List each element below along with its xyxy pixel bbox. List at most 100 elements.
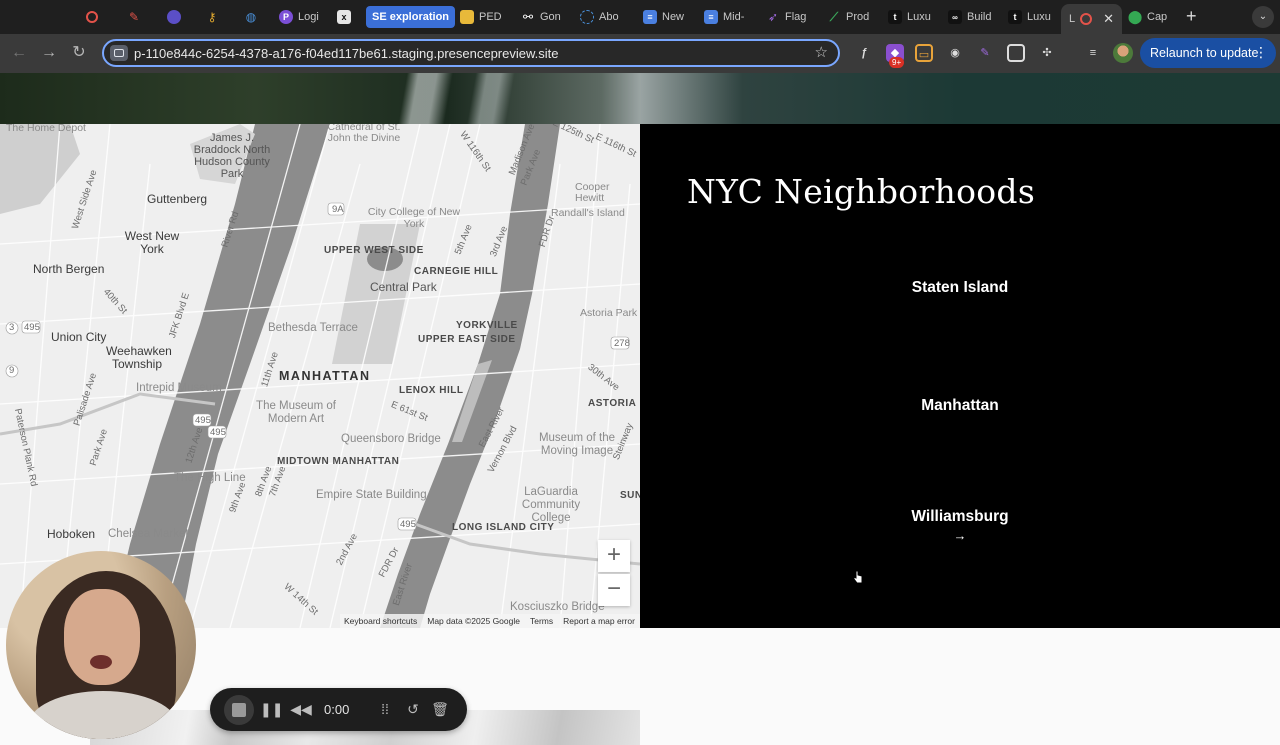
brand-icon: t [888,10,902,24]
folder-icon [460,10,474,24]
restart-button[interactable]: ↺ [402,699,424,719]
stop-recording-button[interactable] [224,695,254,725]
tab-record[interactable] [86,6,98,28]
tab-ped[interactable]: PED [460,6,502,28]
tab-abo[interactable]: Abo [580,6,619,28]
close-icon[interactable]: ✕ [1103,11,1114,27]
keyboard-shortcuts-link[interactable]: Keyboard shortcuts [344,616,417,626]
map-label: YORKVILLE [456,320,518,331]
webcam-bubble[interactable] [6,551,196,739]
neighborhood-label: Williamsburg [911,508,1009,525]
new-tab-button[interactable]: + [1186,7,1197,25]
map-footer: Keyboard shortcuts Map data ©2025 Google… [340,614,640,628]
map-label: Kosciuszko Bridge [510,601,605,613]
brand-icon: t [1008,10,1022,24]
map-label: The High Line [174,472,246,484]
tab-new[interactable]: ≡ New [643,6,684,28]
tab-label: Flag [785,11,807,23]
map-label: UPPER WEST SIDE [324,245,424,256]
highway-label: 495 [195,415,211,426]
tab-build[interactable]: ∞ Build [948,6,991,28]
stop-icon [232,703,246,717]
tab-active[interactable]: L ✕ [1061,4,1123,34]
map-label: MIDTOWN MANHATTAN [277,456,400,467]
tab-gon[interactable]: ⚯ Gon [521,6,561,28]
tab-luxu-2[interactable]: t Luxu [1008,6,1051,28]
tab-luxu-1[interactable]: t Luxu [888,6,931,28]
site-info-icon[interactable] [110,45,128,61]
square-extension-icon[interactable] [1007,44,1025,62]
map-label: Bethesda Terrace [268,322,358,334]
boat-wake-image [350,73,570,124]
arrow-right-icon: → [953,528,967,543]
report-error-link[interactable]: Report a map error [563,616,635,626]
park-nj [0,124,80,214]
map-label: City College of New York [367,206,461,230]
map-label: MANHATTAN [279,369,371,383]
zoom-in-button[interactable]: + [598,540,630,572]
relaunch-button[interactable]: Relaunch to update ⋮ [1140,38,1276,68]
hero-image [0,73,1280,124]
map-label: James J. Braddock North Hudson County Pa… [193,132,271,180]
url-text[interactable]: p-110e844c-6254-4378-a176-f04ed117be61.s… [134,46,559,61]
tab-label: PED [479,11,502,23]
highway-label: 278 [614,338,630,349]
globe-icon: ◍ [245,10,257,24]
tab-flag[interactable]: ➶ Flag [766,6,806,28]
tab-label: Prod [846,11,870,23]
recording-time: 0:00 [324,702,350,717]
relaunch-label: Relaunch to update [1150,46,1259,60]
zoom-out-button[interactable]: − [598,574,630,606]
tab-label: Cap [1147,11,1168,23]
back-button[interactable]: ← [8,42,30,64]
bookmark-star-icon[interactable]: ☆ [815,43,828,61]
forward-button[interactable]: → [38,42,60,64]
delete-button[interactable]: 🗑 [429,699,451,719]
tab-logi[interactable]: P Logi [279,6,319,28]
key-icon: ⚷ [207,10,217,24]
recording-controls: ❚❚ ◀◀ 0:00 ⁞⁞ ↺ 🗑 [210,688,467,731]
map-data-text: Map data ©2025 Google [427,616,520,626]
tab-prod[interactable]: ⟋ Prod [827,6,869,28]
chain-icon: ⚯ [522,10,534,24]
puzzle-extension-icon[interactable]: ✣ [1038,44,1056,62]
tab-label: New [662,11,685,23]
tab-se-exploration[interactable]: SE exploration [366,6,456,28]
pause-button[interactable]: ❚❚ [260,699,283,719]
map-label: Museum of the Moving Image [538,432,616,457]
brain-extension-icon[interactable]: ◉ [946,44,964,62]
feather-extension-icon[interactable]: ✎ [976,44,994,62]
map-pin-icon: ⬤ [1128,9,1143,24]
profile-avatar[interactable] [1113,43,1133,63]
restart-icon: ↺ [407,701,419,717]
tab-mid[interactable]: ≡ Mid- [704,6,744,28]
doc-icon: ≡ [643,10,657,24]
map-label: Union City [51,330,107,344]
neighborhood-link-williamsburg[interactable]: Williamsburg → [640,508,1280,543]
box-extension-icon[interactable]: ▭ [915,44,933,62]
formula-extension-icon[interactable]: ƒ [855,44,873,62]
tab-globe[interactable]: ◍ [244,6,258,28]
map-label: Guttenberg [147,192,208,206]
menu-icon[interactable]: ⋮ [1254,44,1268,61]
map-label: UPPER EAST SIDE [418,334,516,345]
reload-button[interactable]: ↻ [68,42,90,64]
map-label: Hoboken [47,527,96,541]
tab-key[interactable]: ⚷ [205,6,219,28]
tab-purple[interactable] [167,6,181,28]
rewind-button[interactable]: ◀◀ [290,699,312,719]
tab-red-app[interactable]: ✎ [127,6,141,28]
terms-link[interactable]: Terms [530,616,553,626]
map-label: Astoria Park [580,307,638,319]
tab-x[interactable]: x [337,6,351,28]
circle-icon [580,10,594,24]
neighborhood-link-manhattan[interactable]: Manhattan [640,397,1280,415]
media-control-icon[interactable]: ≡ [1084,44,1102,62]
neighborhood-link-staten-island[interactable]: Staten Island [640,279,1280,297]
map-label: Central Park [370,280,437,294]
drag-handle[interactable]: ⁞⁞ [374,699,396,719]
address-bar[interactable]: p-110e844c-6254-4378-a176-f04ed117be61.s… [102,39,840,67]
tab-cap[interactable]: ⬤ Cap [1128,6,1167,28]
tab-search-button[interactable]: ⌄ [1252,6,1274,28]
map-label: Weehawken Township [106,344,172,371]
